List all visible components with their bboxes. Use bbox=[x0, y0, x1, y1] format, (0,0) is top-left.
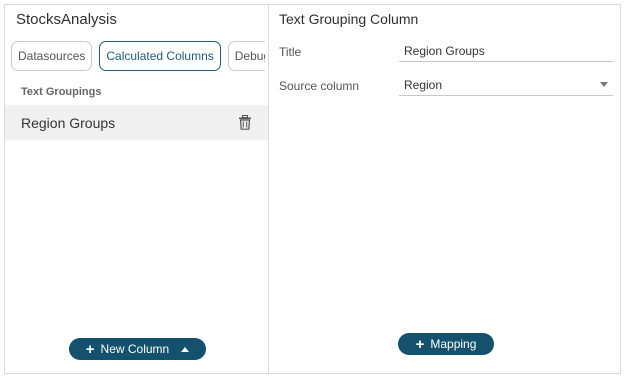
mapping-label: Mapping bbox=[430, 337, 477, 351]
new-column-button[interactable]: + New Column bbox=[69, 338, 206, 360]
dropdown-caret-icon[interactable] bbox=[600, 82, 608, 87]
source-column-label: Source column bbox=[279, 79, 360, 93]
section-label-text-groupings: Text Groupings bbox=[21, 86, 102, 98]
title-field-value: Region Groups bbox=[404, 43, 485, 58]
mapping-button[interactable]: + Mapping bbox=[398, 333, 494, 355]
plus-icon: + bbox=[85, 340, 95, 358]
list-item-region-groups[interactable]: Region Groups bbox=[5, 105, 268, 140]
source-column-value: Region bbox=[404, 77, 443, 92]
app-title: StocksAnalysis bbox=[16, 11, 117, 28]
title-field-label: Title bbox=[279, 45, 302, 59]
title-field[interactable]: Region Groups bbox=[399, 40, 613, 62]
trash-icon[interactable] bbox=[238, 115, 252, 130]
tab-datasources[interactable]: Datasources bbox=[11, 41, 93, 71]
list-item-label: Region Groups bbox=[21, 114, 116, 131]
plus-icon: + bbox=[415, 335, 425, 353]
app-frame: StocksAnalysis Datasources Calculated Co… bbox=[4, 4, 621, 374]
caret-up-icon bbox=[181, 346, 190, 352]
tab-debug[interactable]: Debug bbox=[227, 41, 265, 71]
source-column-select[interactable]: Region bbox=[399, 74, 613, 96]
left-panel: StocksAnalysis Datasources Calculated Co… bbox=[5, 5, 269, 373]
tab-bar: Datasources Calculated Columns Debug bbox=[11, 41, 265, 71]
right-panel: Text Grouping Column Title Region Groups… bbox=[269, 5, 620, 373]
tab-calculated-columns[interactable]: Calculated Columns bbox=[99, 41, 221, 71]
panel-title: Text Grouping Column bbox=[279, 11, 419, 27]
new-column-label: New Column bbox=[100, 342, 170, 356]
